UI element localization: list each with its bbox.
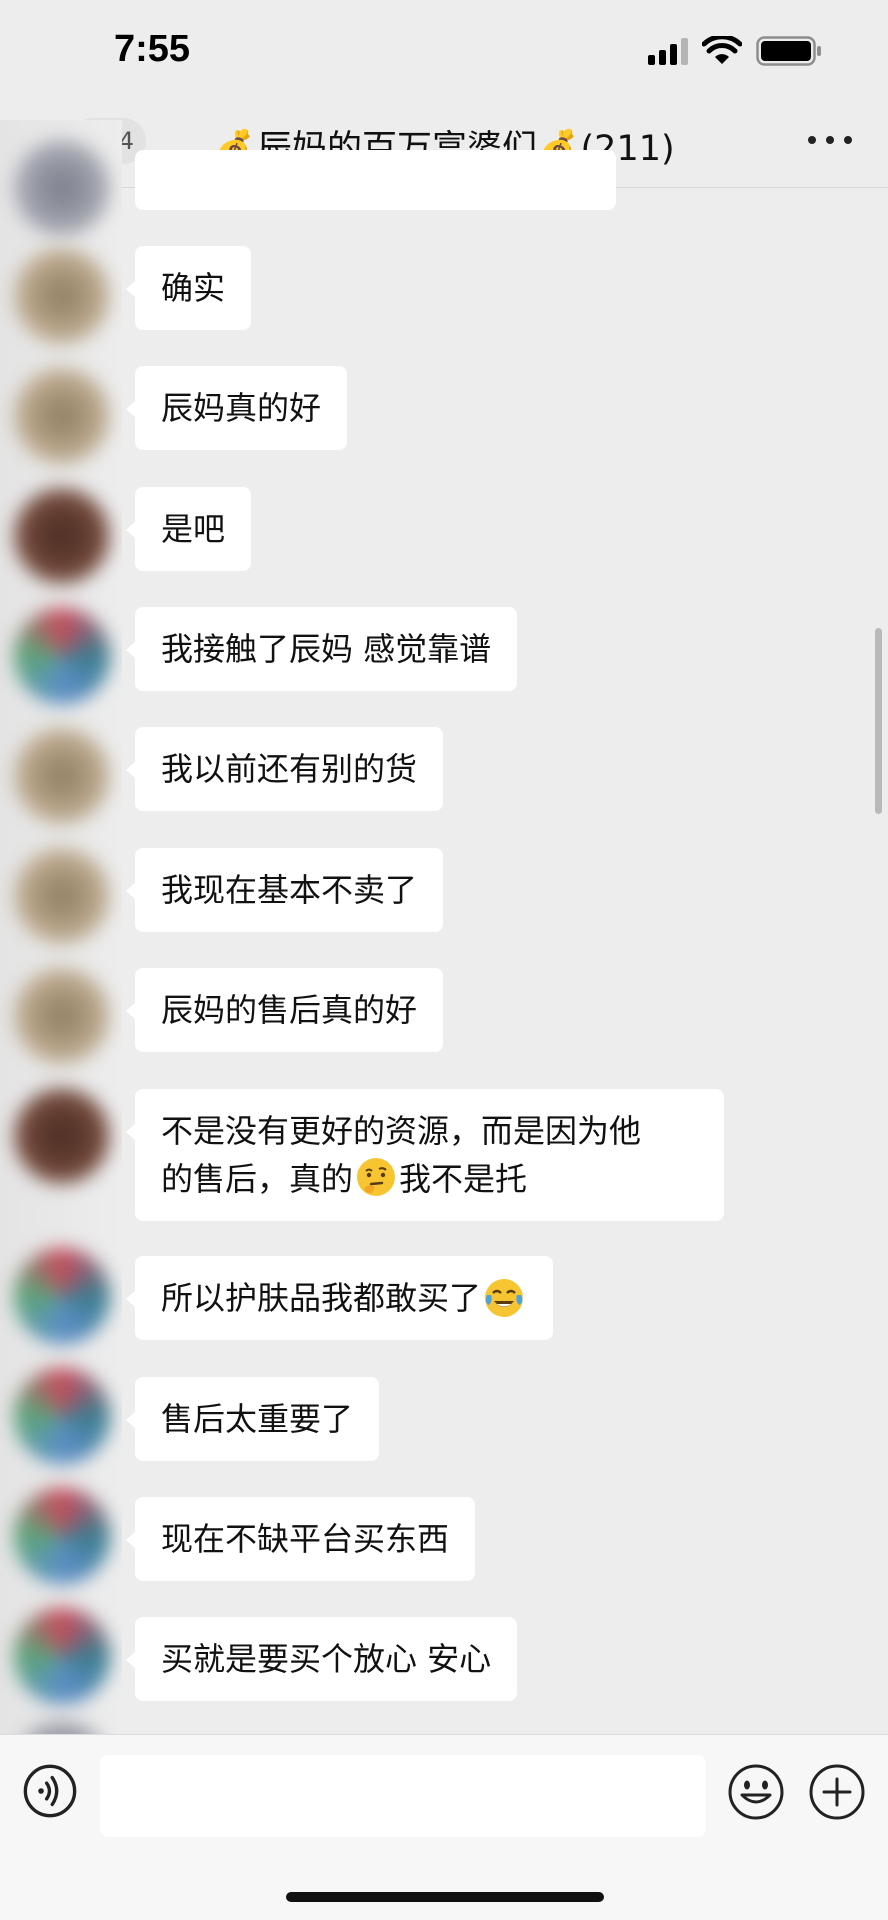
message-bubble[interactable]: 现在不缺平台买东西 (125, 1497, 476, 1581)
message-text: 我现在基本不卖了 (161, 871, 418, 909)
scrollbar[interactable] (875, 628, 882, 814)
avatar[interactable] (14, 1088, 110, 1184)
message-text: 售后太重要了 (161, 1400, 354, 1438)
message-input[interactable] (100, 1755, 706, 1837)
avatar[interactable] (14, 1368, 110, 1464)
battery-icon (756, 36, 821, 66)
message-bubble[interactable]: 我以前还有别的货 (125, 727, 444, 811)
avatar[interactable] (14, 608, 110, 704)
message-bubble[interactable]: 所以护肤品我都敢买了 (125, 1256, 554, 1340)
message-bubble[interactable]: 我现在基本不卖了 (125, 848, 444, 932)
avatar[interactable] (14, 368, 110, 464)
message-text: 辰妈真的好 (161, 389, 322, 427)
status-time: 7:55 (114, 28, 191, 70)
avatar[interactable] (14, 968, 110, 1064)
message-bubble[interactable]: 是吧 (125, 487, 252, 571)
message-text: 辰妈的售后真的好 (161, 991, 418, 1029)
signal-icon (648, 37, 688, 65)
status-icons (648, 36, 822, 66)
avatar[interactable] (14, 140, 110, 236)
message-bubble[interactable]: 售后太重要了 (125, 1377, 380, 1461)
message-bubble[interactable] (135, 150, 616, 210)
avatar-column (0, 120, 122, 1780)
voice-icon[interactable] (22, 1763, 78, 1819)
message-bubble[interactable]: 不是没有更好的资源，而是因为他 的售后，真的 我不是托 (126, 1089, 724, 1221)
plus-icon[interactable] (808, 1763, 866, 1821)
more-icon[interactable] (808, 130, 852, 150)
message-text: 的售后，真的 (161, 1160, 354, 1198)
message-text: 所以护肤品我都敢买了 (161, 1279, 482, 1317)
wifi-icon (702, 36, 742, 64)
avatar[interactable] (14, 728, 110, 824)
message-text: 确实 (161, 269, 226, 307)
message-bubble[interactable]: 确实 (125, 246, 252, 330)
tears-of-joy-icon (485, 1279, 524, 1317)
avatar[interactable] (14, 248, 110, 344)
avatar[interactable] (14, 1608, 110, 1704)
message-text-line: 的售后，真的 我不是托 (161, 1155, 698, 1203)
message-bubble[interactable]: 辰妈真的好 (125, 366, 348, 450)
message-bubble[interactable]: 我接触了辰妈 感觉靠谱 (125, 607, 518, 691)
message-bubble[interactable]: 辰妈的售后真的好 (125, 968, 444, 1052)
message-text: 买就是要买个放心 安心 (161, 1640, 492, 1678)
home-indicator[interactable] (286, 1892, 604, 1902)
status-bar: 7:55 (0, 0, 888, 104)
emoji-icon[interactable] (727, 1763, 785, 1821)
avatar[interactable] (14, 1488, 110, 1584)
thinking-face-icon (357, 1158, 396, 1196)
message-text: 我接触了辰妈 感觉靠谱 (161, 630, 492, 668)
message-bubble[interactable]: 买就是要买个放心 安心 (125, 1617, 518, 1701)
message-text: 我以前还有别的货 (161, 750, 418, 788)
message-text: 是吧 (161, 510, 226, 548)
message-text: 现在不缺平台买东西 (161, 1520, 450, 1558)
message-text-line: 不是没有更好的资源，而是因为他 (161, 1112, 642, 1150)
avatar[interactable] (14, 488, 110, 584)
avatar[interactable] (14, 848, 110, 944)
message-text: 我不是托 (399, 1160, 528, 1198)
avatar[interactable] (14, 1248, 110, 1344)
